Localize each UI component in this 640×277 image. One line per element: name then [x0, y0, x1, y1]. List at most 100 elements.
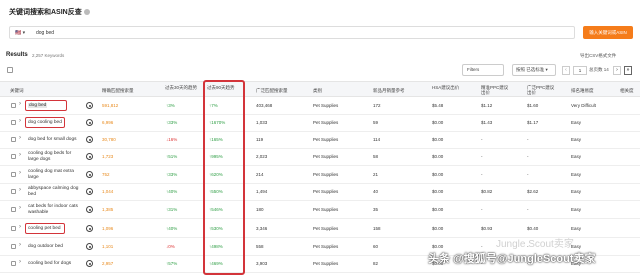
marketplace-select[interactable]: 🇺🇸 ▾ — [15, 30, 25, 36]
col-keyword[interactable]: 关键词 — [10, 88, 24, 93]
table-row[interactable]: › cooling dog mat extra large 752 ↑33% ↑620%… — [0, 166, 640, 184]
ppc-exact-cell: $1.12 — [481, 103, 493, 108]
chevron-right-icon[interactable]: › — [19, 118, 21, 124]
row-checkbox[interactable] — [11, 207, 16, 212]
hsa-cell: $0.00 — [432, 226, 444, 231]
watermark: 头条 @搜狐号@JungleScout卖家 — [428, 253, 596, 265]
hsa-cell: $0.00 — [432, 207, 444, 212]
ppc-broad-cell: - — [527, 172, 529, 177]
difficulty-cell: Easy — [571, 154, 582, 159]
target-icon[interactable] — [86, 225, 93, 232]
difficulty-cell: Easy — [571, 120, 582, 125]
ppc-exact-cell: - — [481, 207, 483, 212]
col-difficulty[interactable]: 排名难易度 — [571, 88, 594, 93]
search-button[interactable]: 输入关键词或ASIN — [583, 26, 633, 39]
col-exact-search[interactable]: 精确匹配搜索量 — [102, 88, 134, 93]
col-product-ref[interactable]: 新品月销量参考 — [373, 88, 405, 93]
chevron-right-icon[interactable]: › — [19, 101, 21, 107]
ppc-broad-cell: $2.62 — [527, 189, 539, 194]
chevron-right-icon[interactable]: › — [19, 170, 21, 176]
row-checkbox[interactable] — [11, 244, 16, 249]
keyword-cell: cat beds for indoor cats washable — [28, 204, 83, 215]
col-category[interactable]: 类别 — [313, 88, 322, 93]
target-icon[interactable] — [86, 102, 93, 109]
row-checkbox[interactable] — [11, 261, 16, 266]
trend-30-cell: ↑33% — [166, 172, 178, 177]
prev-page-button[interactable]: ‹ — [562, 66, 570, 75]
keyword-text: dog bed for small dogs — [28, 137, 77, 142]
select-all-checkbox[interactable] — [7, 67, 13, 73]
chevron-right-icon[interactable]: › — [19, 259, 21, 265]
broad-search-cell: 403,468 — [256, 103, 273, 108]
product-ref-cell: 114 — [373, 137, 381, 142]
exact-search-cell: 30,780 — [102, 137, 116, 142]
row-checkbox[interactable] — [11, 226, 16, 231]
export-csv-link[interactable]: 导出CSV格式文件 — [580, 53, 616, 59]
chevron-right-icon[interactable]: › — [19, 242, 21, 248]
search-query[interactable]: dog bed — [36, 30, 54, 36]
target-icon[interactable] — [86, 153, 93, 160]
keyword-cell: cooling dog beds for large dogs — [28, 151, 83, 162]
watermark-faint: Jungle Scout卖家 — [496, 239, 574, 250]
col-ppc-exact[interactable]: 精准PPC建议出价 — [481, 85, 509, 95]
product-ref-cell: 40 — [373, 189, 379, 194]
ppc-broad-cell: - — [527, 137, 529, 142]
col-hsa[interactable]: HSA建议出价 — [432, 85, 460, 90]
chevron-right-icon[interactable]: › — [19, 187, 21, 193]
product-ref-cell: 59 — [373, 120, 379, 125]
help-icon[interactable] — [83, 9, 90, 16]
hsa-cell: $0.00 — [432, 189, 444, 194]
trend-30-cell: ↑57% — [166, 261, 178, 266]
filters-button[interactable]: Filters — [462, 64, 504, 76]
category-cell: Pet Supplies — [313, 226, 339, 231]
table-row[interactable]: › cooling dog beds for large dogs 1,723 ↑51… — [0, 148, 640, 166]
chevron-right-icon[interactable]: › — [19, 152, 21, 158]
results-label: Results — [6, 52, 28, 58]
table-row[interactable]: › dog bed for small dogs 30,780 ↓16% ↑165% 11… — [0, 131, 640, 149]
search-input[interactable]: 🇺🇸 ▾ dog bed — [9, 26, 575, 39]
product-ref-cell: 158 — [373, 226, 381, 231]
target-icon[interactable] — [86, 206, 93, 213]
chevron-right-icon[interactable]: › — [19, 135, 21, 141]
target-icon[interactable] — [86, 243, 93, 250]
row-checkbox[interactable] — [11, 137, 16, 142]
chevron-right-icon[interactable]: › — [19, 205, 21, 211]
chevron-right-icon[interactable]: › — [19, 224, 21, 230]
row-checkbox[interactable] — [11, 103, 16, 108]
keyword-text: cooling bed for dogs — [28, 261, 72, 266]
target-icon[interactable] — [86, 136, 93, 143]
category-cell: Pet Supplies — [313, 261, 339, 266]
trend-30-cell: ↑51% — [166, 154, 178, 159]
product-ref-cell: 60 — [373, 244, 379, 249]
next-page-button[interactable]: › — [613, 66, 621, 75]
col-broad-search[interactable]: 广泛匹配搜索量 — [256, 88, 288, 93]
category-cell: Pet Supplies — [313, 244, 339, 249]
hsa-cell: $0.00 — [432, 120, 444, 125]
table-row[interactable]: › cat beds for indoor cats washable 1,385 ↑… — [0, 201, 640, 219]
row-checkbox[interactable] — [11, 189, 16, 194]
row-checkbox[interactable] — [11, 154, 16, 159]
highlight-trend-90-column — [203, 80, 245, 275]
col-ppc-broad[interactable]: 广泛PPC建议出价 — [527, 85, 555, 95]
target-icon[interactable] — [86, 119, 93, 126]
col-trend-30[interactable]: 过去30天的趋势 — [165, 85, 197, 90]
table-row[interactable]: › abbyspace calming dog bed 1,044 ↑40% ↑550%… — [0, 183, 640, 201]
table-row[interactable]: › dog cooling bed 6,996 ↑33% ↑1670% 1,033 Pet … — [0, 114, 640, 132]
difficulty-cell: Easy — [571, 189, 582, 194]
row-checkbox[interactable] — [11, 120, 16, 125]
ppc-exact-cell: - — [481, 137, 483, 142]
sort-select[interactable]: 按照 已选标准 ▾ — [512, 64, 556, 76]
row-checkbox[interactable] — [11, 172, 16, 177]
col-related[interactable]: 相关度 — [620, 88, 634, 93]
target-icon[interactable] — [86, 188, 93, 195]
page-title-text: 关键词搜索和ASIN反查 — [9, 9, 82, 16]
page-total: 总页数 14 — [589, 67, 609, 72]
hsa-cell: $0.00 — [432, 137, 444, 142]
table-row[interactable]: › dog bed 591,812 ↑3% ↑7% 403,468 Pet Supplies… — [0, 97, 640, 115]
hsa-cell: $0.00 — [432, 244, 444, 249]
ppc-exact-cell: - — [481, 244, 483, 249]
page-number-input[interactable]: 1 — [573, 66, 587, 75]
target-icon[interactable] — [86, 260, 93, 267]
target-icon[interactable] — [86, 171, 93, 178]
last-page-button[interactable]: » — [624, 66, 632, 75]
